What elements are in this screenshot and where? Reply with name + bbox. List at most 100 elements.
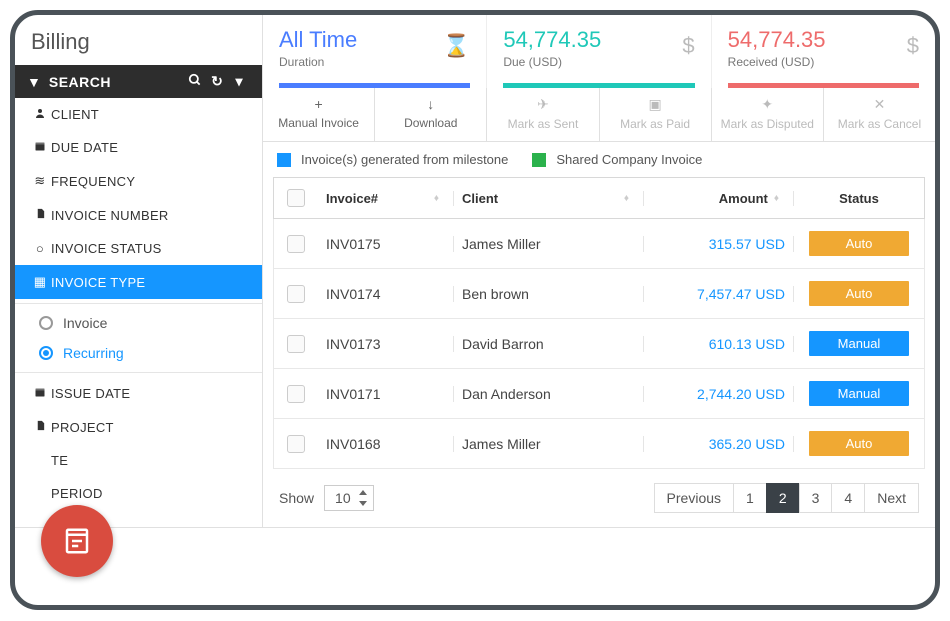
filter-project[interactable]: PROJECT bbox=[15, 410, 262, 444]
table-row[interactable]: INV0175James Miller315.57 USD Auto bbox=[273, 219, 925, 269]
cell-invoice: INV0168 bbox=[318, 436, 454, 452]
cell-amount: 365.20 USD bbox=[644, 436, 794, 452]
stat-red[interactable]: 54,774.35Received (USD)$ bbox=[712, 15, 935, 88]
page-title: Billing bbox=[15, 15, 262, 65]
table-header: Invoice#♦ Client♦ Amount♦ Status bbox=[273, 177, 925, 219]
stat-teal[interactable]: 54,774.35Due (USD)$ bbox=[487, 15, 711, 88]
action-bar: +Manual Invoice↓Download✈Mark as Sent▣Ma… bbox=[263, 88, 935, 142]
select-all-checkbox[interactable] bbox=[287, 189, 305, 207]
col-status: Status bbox=[794, 191, 924, 206]
page-2[interactable]: 2 bbox=[766, 483, 800, 513]
cell-invoice: INV0175 bbox=[318, 236, 454, 252]
legend: Invoice(s) generated from milestone Shar… bbox=[263, 142, 935, 177]
table-row[interactable]: INV0171Dan Anderson2,744.20 USDManual bbox=[273, 369, 925, 419]
table-footer: Show 10 Previous1234Next bbox=[273, 469, 925, 527]
action-mark-as-sent: ✈Mark as Sent bbox=[487, 88, 599, 141]
radio-icon bbox=[39, 346, 53, 360]
status-badge: Auto bbox=[809, 281, 909, 306]
sidebar: Billing ▼ SEARCH ↻ ▾ CLIENTDUE DATE≋FREQ… bbox=[15, 15, 263, 527]
filter-frequency[interactable]: ≋FREQUENCY bbox=[15, 164, 262, 198]
page-size-select[interactable]: 10 bbox=[324, 485, 374, 511]
legend-swatch-shared bbox=[532, 153, 546, 167]
action-icon: ✈ bbox=[491, 96, 594, 113]
doc-icon bbox=[29, 419, 51, 435]
cell-client: James Miller bbox=[454, 236, 644, 252]
calendar-icon bbox=[29, 386, 51, 401]
table-row[interactable]: INV0173David Barron610.13 USDManual bbox=[273, 319, 925, 369]
wave-icon: ≋ bbox=[29, 173, 51, 189]
sort-icon: ♦ bbox=[774, 193, 785, 204]
cell-amount: 315.57 USD bbox=[644, 236, 794, 252]
filter-period[interactable]: PERIOD bbox=[15, 477, 262, 510]
row-checkbox[interactable] bbox=[287, 335, 305, 353]
sort-icon: ♦ bbox=[624, 193, 635, 204]
search-icon[interactable] bbox=[184, 73, 206, 90]
col-amount[interactable]: Amount♦ bbox=[644, 191, 794, 206]
cell-client: David Barron bbox=[454, 336, 644, 352]
filter-issue-date[interactable]: ISSUE DATE bbox=[15, 377, 262, 410]
legend-shared-label: Shared Company Invoice bbox=[556, 152, 702, 167]
filter-invoice-status[interactable]: ○INVOICE STATUS bbox=[15, 232, 262, 265]
calendar-icon bbox=[29, 140, 51, 155]
filter-client[interactable]: CLIENT bbox=[15, 98, 262, 131]
show-label: Show bbox=[279, 490, 314, 506]
legend-swatch-milestone bbox=[277, 153, 291, 167]
dollar-icon: $ bbox=[907, 33, 919, 59]
table-row[interactable]: INV0168James Miller365.20 USDAuto bbox=[273, 419, 925, 469]
filter-invoice-type[interactable]: ▦INVOICE TYPE bbox=[15, 265, 262, 299]
row-checkbox[interactable] bbox=[287, 435, 305, 453]
filter-icon: ▼ bbox=[27, 74, 41, 90]
action-icon: ✦ bbox=[716, 96, 819, 113]
cell-amount: 610.13 USD bbox=[644, 336, 794, 352]
subfilter-invoice[interactable]: Invoice bbox=[15, 308, 262, 338]
circle-icon: ○ bbox=[29, 241, 51, 256]
filter-due-date[interactable]: DUE DATE bbox=[15, 131, 262, 164]
subfilter-recurring[interactable]: Recurring bbox=[15, 338, 262, 368]
action-mark-as-disputed: ✦Mark as Disputed bbox=[712, 88, 824, 141]
action-download[interactable]: ↓Download bbox=[375, 88, 487, 141]
page-previous[interactable]: Previous bbox=[654, 483, 734, 513]
cell-client: James Miller bbox=[454, 436, 644, 452]
col-invoice[interactable]: Invoice#♦ bbox=[318, 191, 454, 206]
search-label: SEARCH bbox=[49, 74, 184, 90]
action-icon: ▣ bbox=[604, 96, 707, 113]
page-4[interactable]: 4 bbox=[831, 483, 865, 513]
dollar-icon: $ bbox=[682, 33, 694, 59]
filter-invoice-number[interactable]: INVOICE NUMBER bbox=[15, 198, 262, 232]
action-icon: + bbox=[267, 96, 370, 112]
user-icon bbox=[29, 107, 51, 122]
invoice-table: Invoice#♦ Client♦ Amount♦ Status INV0175… bbox=[263, 177, 935, 527]
main-content: All TimeDuration⌛54,774.35Due (USD)$54,7… bbox=[263, 15, 935, 527]
caret-down-icon[interactable]: ▾ bbox=[228, 73, 250, 90]
page-3[interactable]: 3 bbox=[799, 483, 833, 513]
action-mark-as-paid: ▣Mark as Paid bbox=[600, 88, 712, 141]
action-icon: ↓ bbox=[379, 96, 482, 112]
page-1[interactable]: 1 bbox=[733, 483, 767, 513]
status-badge: Manual bbox=[809, 381, 909, 406]
stat-blue[interactable]: All TimeDuration⌛ bbox=[263, 15, 487, 88]
action-mark-as-cancel: ✕Mark as Cancel bbox=[824, 88, 935, 141]
cell-invoice: INV0174 bbox=[318, 286, 454, 302]
cell-client: Ben brown bbox=[454, 286, 644, 302]
fab-button[interactable] bbox=[41, 505, 113, 577]
search-bar[interactable]: ▼ SEARCH ↻ ▾ bbox=[15, 65, 262, 98]
status-badge: Auto bbox=[809, 231, 909, 256]
stats-row: All TimeDuration⌛54,774.35Due (USD)$54,7… bbox=[263, 15, 935, 88]
filter-te[interactable]: TE bbox=[15, 444, 262, 477]
type-icon: ▦ bbox=[29, 274, 51, 290]
cell-amount: 7,457.47 USD bbox=[644, 286, 794, 302]
radio-icon bbox=[39, 316, 53, 330]
pagination: Previous1234Next bbox=[655, 483, 919, 513]
col-client[interactable]: Client♦ bbox=[454, 191, 644, 206]
action-manual-invoice[interactable]: +Manual Invoice bbox=[263, 88, 375, 141]
hourglass-icon: ⌛ bbox=[443, 33, 470, 59]
row-checkbox[interactable] bbox=[287, 285, 305, 303]
row-checkbox[interactable] bbox=[287, 385, 305, 403]
refresh-icon[interactable]: ↻ bbox=[206, 73, 228, 90]
cell-invoice: INV0171 bbox=[318, 386, 454, 402]
doc-icon bbox=[29, 207, 51, 223]
table-row[interactable]: INV0174Ben brown7,457.47 USD Auto bbox=[273, 269, 925, 319]
cell-client: Dan Anderson bbox=[454, 386, 644, 402]
row-checkbox[interactable] bbox=[287, 235, 305, 253]
page-next[interactable]: Next bbox=[864, 483, 919, 513]
